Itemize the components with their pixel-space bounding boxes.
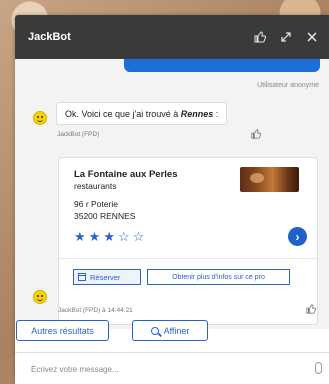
message-input[interactable] bbox=[31, 361, 301, 377]
calendar-icon bbox=[78, 273, 86, 281]
user-message-meta: Utilisateur anonyme bbox=[257, 82, 319, 89]
business-name[interactable]: La Fontaine aux Perles bbox=[74, 169, 177, 180]
more-results-button[interactable]: Autres résultats bbox=[16, 320, 109, 341]
user-message-bubble bbox=[124, 59, 320, 72]
thumb-up-icon[interactable] bbox=[251, 129, 262, 142]
rating-stars: ★ ★ ★ ☆ ☆ bbox=[74, 230, 144, 243]
bot-avatar-icon bbox=[33, 290, 47, 304]
business-card: La Fontaine aux Perles restaurants 96 r … bbox=[58, 157, 318, 325]
business-photo[interactable] bbox=[240, 167, 299, 192]
star-filled-icon: ★ bbox=[74, 229, 86, 244]
star-empty-icon: ☆ bbox=[132, 229, 145, 244]
business-address-street: 96 r Poterie bbox=[74, 199, 118, 209]
search-icon bbox=[150, 326, 159, 335]
business-category: restaurants bbox=[74, 181, 117, 191]
star-filled-icon: ★ bbox=[88, 229, 101, 244]
bot-avatar-icon bbox=[33, 111, 47, 125]
reserve-label: Réserver bbox=[90, 272, 121, 282]
thumb-up-icon[interactable] bbox=[306, 304, 317, 317]
microphone-icon[interactable] bbox=[315, 362, 322, 374]
next-result-button[interactable]: › bbox=[288, 227, 307, 246]
star-filled-icon: ★ bbox=[103, 229, 115, 244]
chat-header: JackBot bbox=[15, 15, 329, 59]
bot-message-bubble: Ok. Voici ce que j'ai trouvé à Rennes : bbox=[56, 102, 228, 125]
business-address-city: 35200 RENNES bbox=[74, 211, 136, 221]
star-empty-icon: ☆ bbox=[117, 229, 130, 244]
bot-message-meta: JackBot (FPD) bbox=[57, 131, 100, 138]
expand-icon[interactable] bbox=[277, 28, 295, 46]
reserve-button[interactable]: Réserver bbox=[73, 269, 141, 285]
more-info-button[interactable]: Obtenir plus d'infos sur ce pro bbox=[147, 269, 290, 285]
refine-button[interactable]: Affiner bbox=[132, 320, 208, 341]
card-meta: JackBot (FPD) à 14:44:21 bbox=[58, 307, 133, 314]
thumb-up-icon[interactable] bbox=[251, 28, 269, 46]
message-composer bbox=[15, 352, 329, 384]
chat-title: JackBot bbox=[28, 31, 71, 43]
chat-transcript[interactable]: Utilisateur anonyme Ok. Voici ce que j'a… bbox=[15, 59, 329, 329]
bot-message-text: Ok. Voici ce que j'ai trouvé à Rennes : bbox=[65, 108, 219, 119]
close-icon[interactable] bbox=[303, 28, 321, 46]
card-divider bbox=[59, 258, 317, 259]
refine-label: Affiner bbox=[163, 325, 190, 336]
